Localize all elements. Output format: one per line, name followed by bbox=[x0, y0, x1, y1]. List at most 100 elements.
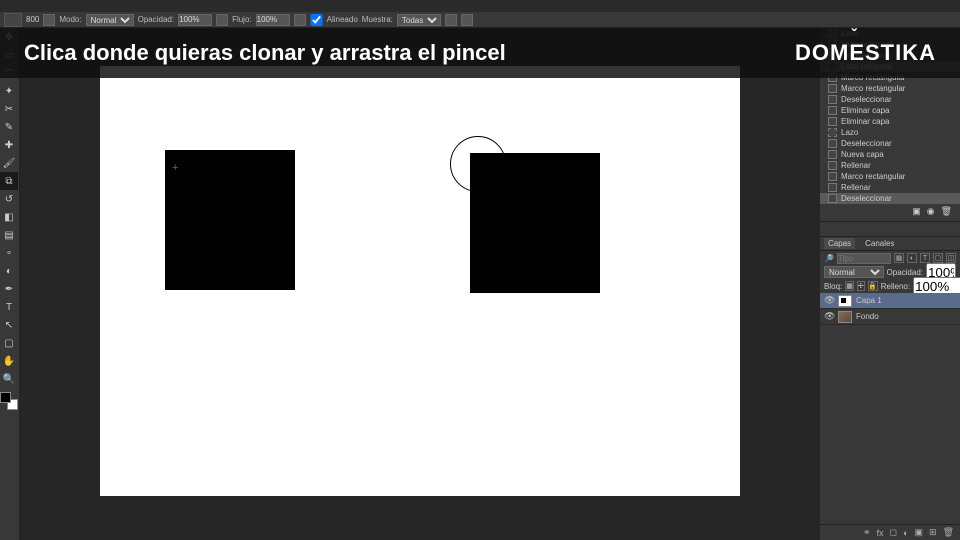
layer-mask-icon[interactable]: ◻ bbox=[890, 527, 897, 538]
blur-tool[interactable]: ∘ bbox=[0, 244, 18, 262]
history-item[interactable]: Eliminar capa bbox=[820, 116, 960, 127]
filter-type-icon[interactable]: T bbox=[920, 253, 930, 263]
history-brush-tool[interactable]: ↺ bbox=[0, 190, 18, 208]
brush-panel-icon[interactable] bbox=[43, 14, 55, 26]
mode-label: Modo: bbox=[59, 15, 81, 24]
opacity-input[interactable] bbox=[178, 14, 212, 26]
history-label: Eliminar capa bbox=[841, 117, 889, 126]
shape-tool[interactable]: ▢ bbox=[0, 334, 18, 352]
history-label: Deseleccionar bbox=[841, 95, 892, 104]
lock-pixels-icon[interactable]: ▦ bbox=[845, 281, 854, 291]
history-label: Rellenar bbox=[841, 161, 871, 170]
eraser-tool[interactable]: ◧ bbox=[0, 208, 18, 226]
history-state-icon bbox=[828, 183, 837, 192]
history-state-icon bbox=[828, 150, 837, 159]
brush-tool[interactable]: 🖌 bbox=[0, 154, 18, 172]
history-item[interactable]: Eliminar capa bbox=[820, 105, 960, 116]
history-camera-icon[interactable]: ◉ bbox=[927, 206, 935, 217]
menu-bar bbox=[0, 0, 960, 12]
aligned-label: Alineado bbox=[327, 15, 358, 24]
layer-row[interactable]: 👁 Fondo bbox=[820, 309, 960, 325]
filter-search-icon[interactable]: 🔎 bbox=[824, 254, 834, 263]
history-state-icon bbox=[828, 84, 837, 93]
lock-all-icon[interactable]: 🔒 bbox=[868, 281, 878, 291]
history-trash-icon[interactable]: 🗑 bbox=[941, 206, 952, 217]
canvas[interactable]: + bbox=[100, 66, 740, 496]
history-item[interactable]: Deseleccionar bbox=[820, 94, 960, 105]
options-bar: 800 Modo: Normal Opacidad: Flujo: Alinea… bbox=[0, 12, 960, 28]
history-state-icon bbox=[828, 128, 837, 137]
sample-label: Muestra: bbox=[362, 15, 393, 24]
history-item[interactable]: Marco rectangular bbox=[820, 171, 960, 182]
zoom-tool[interactable]: 🔍 bbox=[0, 370, 18, 388]
history-item[interactable]: Lazo bbox=[820, 127, 960, 138]
layer-thumbnail bbox=[838, 295, 852, 307]
hand-tool[interactable]: ✋ bbox=[0, 352, 18, 370]
filter-shape-icon[interactable]: ▢ bbox=[933, 253, 943, 263]
flow-label: Flujo: bbox=[232, 15, 252, 24]
dodge-tool[interactable]: ◐ bbox=[0, 262, 18, 280]
visibility-icon[interactable]: 👁 bbox=[824, 295, 834, 306]
heal-tool[interactable]: ✚ bbox=[0, 136, 18, 154]
layer-name: Fondo bbox=[856, 312, 879, 321]
adjustment-layer-icon[interactable]: ◐ bbox=[903, 528, 908, 538]
eyedropper-tool[interactable]: ✎ bbox=[0, 118, 18, 136]
flow-input[interactable] bbox=[256, 14, 290, 26]
brush-size: 800 bbox=[26, 15, 39, 24]
history-item[interactable]: Deseleccionar bbox=[820, 138, 960, 149]
instruction-text: Clica donde quieras clonar y arrastra el… bbox=[24, 40, 506, 66]
link-layers-icon[interactable]: ⚭ bbox=[863, 527, 871, 538]
pressure-size-icon[interactable] bbox=[461, 14, 473, 26]
history-new-snapshot-icon[interactable]: ▣ bbox=[912, 206, 921, 217]
gradient-tool[interactable]: ▤ bbox=[0, 226, 18, 244]
history-state-icon bbox=[828, 106, 837, 115]
airbrush-icon[interactable] bbox=[294, 14, 306, 26]
fill-label: Relleno: bbox=[881, 282, 910, 291]
delete-layer-icon[interactable]: 🗑 bbox=[943, 527, 954, 538]
history-state-icon bbox=[828, 161, 837, 170]
opacity-label: Opacidad: bbox=[138, 15, 174, 24]
layer-name: Capa 1 bbox=[856, 296, 882, 305]
type-tool[interactable]: T bbox=[0, 298, 18, 316]
path-tool[interactable]: ↖ bbox=[0, 316, 18, 334]
pressure-opacity-icon[interactable] bbox=[216, 14, 228, 26]
pen-tool[interactable]: ✒ bbox=[0, 280, 18, 298]
history-item[interactable]: Deseleccionar bbox=[820, 193, 960, 204]
crop-tool[interactable]: ✂ bbox=[0, 100, 18, 118]
tab-layers[interactable]: Capas bbox=[824, 238, 855, 249]
layer-opacity-label: Opacidad: bbox=[887, 268, 923, 277]
mode-select[interactable]: Normal bbox=[86, 14, 134, 26]
history-label: Marco rectangular bbox=[841, 172, 905, 181]
sample-select[interactable]: Todas bbox=[397, 14, 441, 26]
layer-fx-icon[interactable]: fx bbox=[877, 528, 884, 538]
lock-position-icon[interactable]: ✢ bbox=[857, 281, 865, 291]
filter-type-input[interactable] bbox=[837, 253, 891, 264]
layer-row[interactable]: 👁 Capa 1 bbox=[820, 293, 960, 309]
history-label: Nueva capa bbox=[841, 150, 884, 159]
tab-channels[interactable]: Canales bbox=[861, 238, 898, 249]
blend-mode-select[interactable]: Normal bbox=[824, 266, 884, 278]
filter-adj-icon[interactable]: ◐ bbox=[907, 253, 917, 263]
history-item[interactable]: Nueva capa bbox=[820, 149, 960, 160]
history-label: Lazo bbox=[841, 128, 858, 137]
visibility-icon[interactable]: 👁 bbox=[824, 311, 834, 322]
group-layers-icon[interactable]: ▣ bbox=[915, 527, 924, 538]
clone-source-crosshair: + bbox=[172, 162, 178, 174]
color-swatches[interactable] bbox=[0, 392, 18, 410]
aligned-checkbox[interactable] bbox=[310, 14, 323, 26]
lock-label: Bloq: bbox=[824, 282, 842, 291]
brush-preset[interactable] bbox=[4, 13, 22, 27]
filter-smart-icon[interactable]: ◫ bbox=[946, 253, 956, 263]
history-label: Marco rectangular bbox=[841, 84, 905, 93]
ignore-adj-icon[interactable] bbox=[445, 14, 457, 26]
wand-tool[interactable]: ✦ bbox=[0, 82, 18, 100]
history-state-icon bbox=[828, 139, 837, 148]
filter-pixel-icon[interactable]: ▦ bbox=[894, 253, 904, 263]
history-label: Deseleccionar bbox=[841, 139, 892, 148]
history-item[interactable]: Rellenar bbox=[820, 160, 960, 171]
new-layer-icon[interactable]: ⊞ bbox=[929, 527, 937, 538]
history-item[interactable]: Rellenar bbox=[820, 182, 960, 193]
history-state-icon bbox=[828, 172, 837, 181]
clone-stamp-tool[interactable]: ⧉ bbox=[0, 172, 18, 190]
history-item[interactable]: Marco rectangular bbox=[820, 83, 960, 94]
